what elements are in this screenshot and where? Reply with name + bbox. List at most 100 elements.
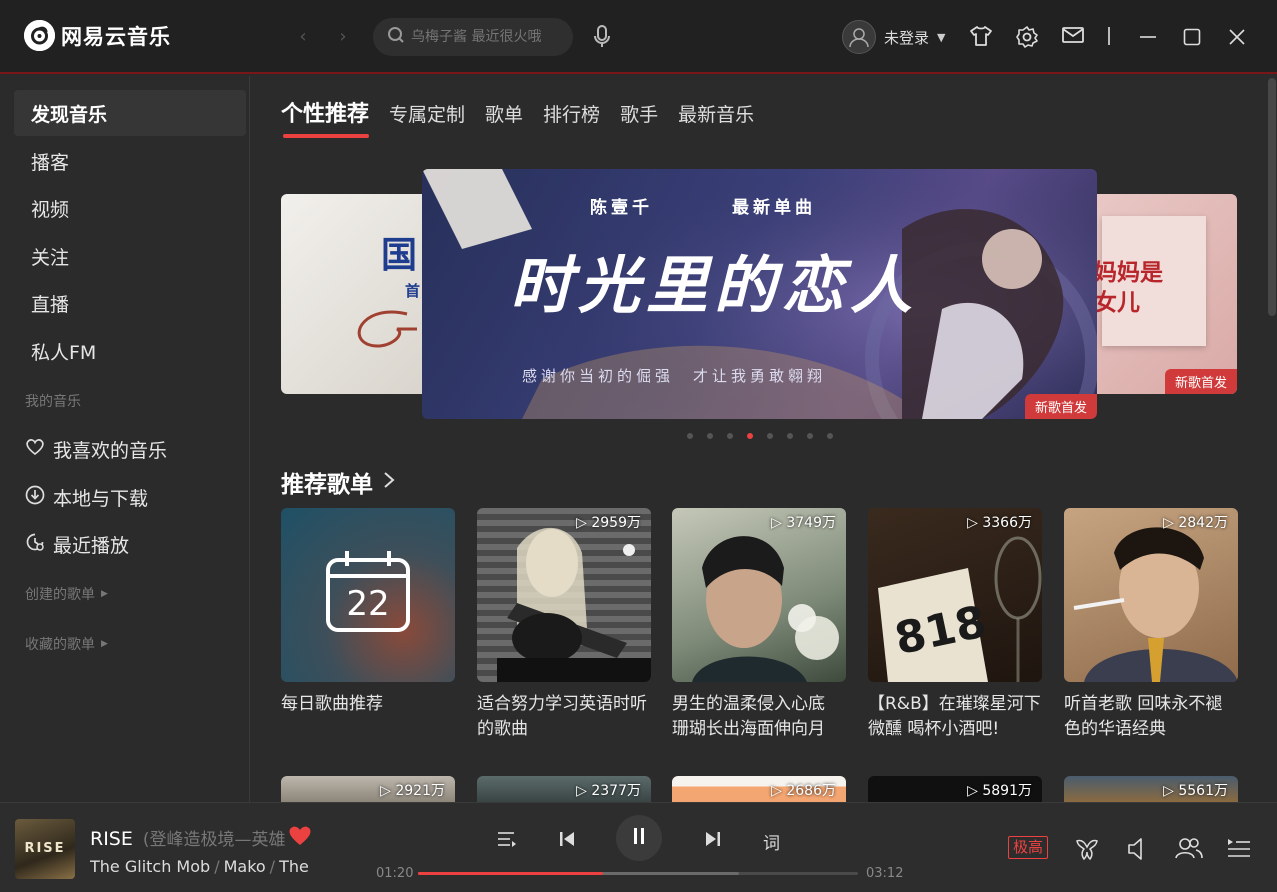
settings-gear-icon[interactable] — [1015, 25, 1039, 53]
scrollbar-thumb[interactable] — [1268, 78, 1276, 316]
artist-link[interactable]: The Glitch Mob — [90, 857, 210, 876]
user-menu[interactable]: 未登录 ▼ — [842, 20, 945, 54]
back-arrow-icon[interactable]: ‹ — [293, 26, 313, 48]
playlist-card[interactable]: ▷ 2842万 听首老歌 回味永不褪色的华语经典 — [1064, 508, 1238, 742]
carousel-dot[interactable] — [807, 433, 813, 439]
created-playlists-header[interactable]: 创建的歌单 ▶ — [25, 584, 108, 604]
playlist-title[interactable]: 每日歌曲推荐 — [281, 692, 455, 717]
previous-track-icon[interactable] — [558, 830, 576, 852]
like-heart-icon[interactable] — [288, 825, 312, 850]
banner-title: 时光里的恋人 — [510, 249, 919, 322]
sidebar-item-podcast[interactable]: 播客 — [14, 138, 246, 184]
playlist-title[interactable]: 【R&B】在璀璨星河下微醺 喝杯小酒吧! — [868, 692, 1042, 742]
carousel-dot[interactable] — [727, 433, 733, 439]
caret-right-icon: ▶ — [101, 639, 108, 649]
forward-arrow-icon[interactable]: › — [333, 26, 353, 48]
user-name[interactable]: 未登录 — [884, 27, 929, 48]
next-track-icon[interactable] — [704, 830, 722, 852]
sidebar-item-private-fm[interactable]: 私人FM — [14, 328, 246, 374]
now-playing-cover[interactable]: RISE — [15, 819, 75, 879]
carousel-dot[interactable] — [767, 433, 773, 439]
playlist-card[interactable]: ▷ 2686万 — [672, 776, 846, 802]
banner-right[interactable]: 妈妈是女儿 新歌首发 — [1080, 194, 1237, 394]
minimize-icon[interactable] — [1139, 28, 1157, 50]
playlist-card[interactable]: 818 ▷ 3366万 【R&B】在璀璨星河下微醺 喝杯小酒吧! — [868, 508, 1042, 742]
play-count: ▷ 2686万 — [771, 783, 836, 799]
play-queue-icon[interactable] — [1227, 838, 1251, 862]
caret-down-icon[interactable]: ▼ — [937, 31, 945, 44]
play-count-value: 2921万 — [395, 783, 445, 799]
playlist-title[interactable]: 听首老歌 回味永不褪色的华语经典 — [1064, 692, 1238, 742]
play-count-value: 2686万 — [786, 783, 836, 799]
progress-bar[interactable] — [418, 872, 858, 875]
tab-personalized[interactable]: 个性推荐 — [281, 96, 370, 138]
playlist-cover[interactable]: ▷ 3749万 — [672, 508, 846, 682]
collected-playlists-label: 收藏的歌单 — [25, 637, 95, 653]
total-time: 03:12 — [866, 866, 904, 881]
tab-artists[interactable]: 歌手 — [620, 96, 658, 134]
current-time: 01:20 — [376, 866, 414, 881]
banner-left[interactable]: 国 首 — [281, 194, 441, 394]
carousel-dot-active[interactable] — [747, 433, 753, 439]
playlist-title[interactable]: 适合努力学习英语时听的歌曲 — [477, 692, 651, 742]
playlist-title[interactable]: 男生的温柔侵入心底 珊瑚长出海面伸向月 — [672, 692, 846, 742]
artist-link[interactable]: Mako — [224, 857, 266, 876]
playlist-card[interactable]: ▷ 2959万 适合努力学习英语时听的歌曲 — [477, 508, 651, 742]
tab-customized[interactable]: 专属定制 — [389, 96, 465, 134]
carousel-dot[interactable] — [827, 433, 833, 439]
sidebar-item-live[interactable]: 直播 — [14, 280, 246, 326]
banner-artist: 陈壹千 — [590, 198, 653, 218]
sidebar-item-recent[interactable]: 最近播放 — [25, 531, 129, 558]
volume-icon[interactable] — [1126, 837, 1148, 865]
play-count-value: 3749万 — [786, 515, 836, 531]
sidebar-item-video[interactable]: 视频 — [14, 185, 246, 231]
maximize-icon[interactable] — [1183, 28, 1201, 50]
playlist-card[interactable]: ▷ 3749万 男生的温柔侵入心底 珊瑚长出海面伸向月 — [672, 508, 846, 742]
carousel-dot[interactable] — [707, 433, 713, 439]
playlist-card[interactable]: ▷ 2921万 — [281, 776, 455, 802]
quality-badge[interactable]: 极高 — [1008, 836, 1049, 859]
lyrics-button[interactable]: 词 — [763, 829, 780, 854]
sound-effect-icon[interactable] — [1074, 837, 1100, 865]
close-icon[interactable] — [1228, 28, 1246, 50]
artist-link[interactable]: The Word Alive — [279, 857, 312, 876]
recommended-playlists-heading[interactable]: 推荐歌单 — [281, 465, 395, 499]
divider — [1108, 27, 1110, 45]
cover-art: 818 — [878, 536, 1042, 682]
pause-button[interactable] — [616, 815, 662, 861]
sidebar-item-local-download[interactable]: 本地与下载 — [25, 484, 148, 511]
playlist-card-daily[interactable]: 22 每日歌曲推荐 — [281, 508, 455, 717]
banner-left-sub: 首 — [405, 282, 421, 300]
playlist-card[interactable]: ▷ 5561万 — [1064, 776, 1238, 802]
tab-playlists[interactable]: 歌单 — [485, 96, 523, 134]
play-count-value: 2959万 — [591, 515, 641, 531]
carousel-dot[interactable] — [687, 433, 693, 439]
tab-new-music[interactable]: 最新音乐 — [678, 96, 754, 134]
app-name: 网易云音乐 — [61, 24, 171, 49]
search-input[interactable] — [411, 29, 561, 45]
collected-playlists-header[interactable]: 收藏的歌单 ▶ — [25, 634, 108, 654]
playlist-cover[interactable]: 22 — [281, 508, 455, 682]
playlist-mode-icon[interactable] — [497, 831, 517, 851]
playlist-cover[interactable]: ▷ 2959万 — [477, 508, 651, 682]
sidebar-item-discover[interactable]: 发现音乐 — [14, 90, 246, 136]
playlist-card[interactable]: ▷ 2377万 — [477, 776, 651, 802]
my-music-header: 我的音乐 — [25, 394, 81, 410]
search-box[interactable] — [373, 18, 573, 56]
mail-icon[interactable] — [1061, 25, 1085, 49]
banner-main[interactable]: 陈壹千 最新单曲 时光里的恋人 感谢你当初的倔强 才让我勇敢翱翔 新歌首发 — [422, 169, 1097, 419]
tab-charts[interactable]: 排行榜 — [543, 96, 600, 134]
sidebar-item-follow[interactable]: 关注 — [14, 233, 246, 279]
avatar[interactable] — [842, 20, 876, 54]
carousel-dot[interactable] — [787, 433, 793, 439]
microphone-icon[interactable] — [592, 25, 612, 53]
skin-icon[interactable] — [969, 25, 993, 51]
playlist-card[interactable]: ▷ 5891万 — [868, 776, 1042, 802]
artist-separator: / — [269, 857, 276, 876]
playlist-cover[interactable]: 818 ▷ 3366万 — [868, 508, 1042, 682]
sidebar-item-liked-music[interactable]: 我喜欢的音乐 — [25, 436, 167, 463]
listen-together-icon[interactable] — [1175, 836, 1203, 864]
playlist-cover[interactable]: ▷ 2842万 — [1064, 508, 1238, 682]
app-logo[interactable]: 网易云音乐 — [24, 20, 171, 51]
now-playing-title[interactable]: RISE (登峰造极境—英雄联盟全球总决赛主题曲) — [90, 825, 285, 850]
